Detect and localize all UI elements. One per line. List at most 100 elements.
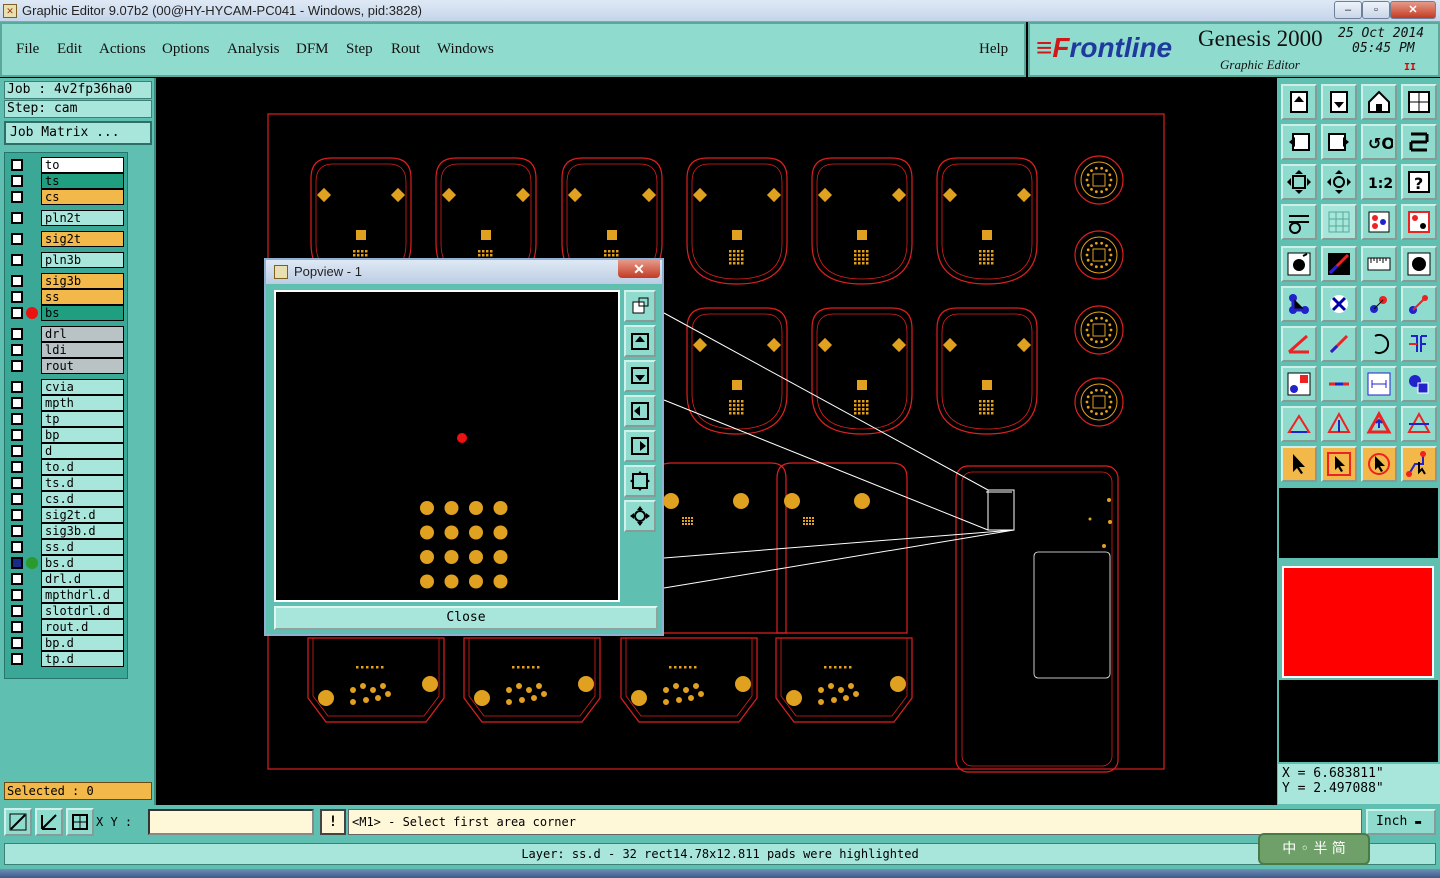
ime-indicator[interactable]: 中 ◦ 半 简 bbox=[1258, 833, 1370, 865]
layer-checkbox[interactable] bbox=[11, 589, 23, 601]
popview-zoom-window-icon[interactable] bbox=[624, 290, 656, 322]
mirror-icon[interactable] bbox=[1401, 326, 1437, 362]
popview-canvas[interactable] bbox=[274, 290, 620, 602]
layer-name[interactable]: sig3b bbox=[41, 273, 124, 289]
help-icon[interactable]: ? bbox=[1401, 164, 1437, 200]
layer-row-sig2t[interactable]: sig2t bbox=[7, 231, 127, 247]
layer-name[interactable]: sig2t.d bbox=[41, 507, 124, 523]
xy-input[interactable] bbox=[148, 809, 314, 835]
zoom-in-icon[interactable] bbox=[1281, 124, 1317, 160]
prompt-alert-icon[interactable]: ! bbox=[320, 809, 346, 835]
measure-mode-icon[interactable] bbox=[35, 808, 63, 836]
layer-checkbox[interactable] bbox=[11, 461, 23, 473]
layer-row-to-d[interactable]: to.d bbox=[7, 459, 127, 475]
layer-name[interactable]: ldi bbox=[41, 342, 124, 358]
layer-checkbox[interactable] bbox=[11, 381, 23, 393]
layer-row-drl-d[interactable]: drl.d bbox=[7, 571, 127, 587]
layer-row-tp[interactable]: tp bbox=[7, 411, 127, 427]
layer-name[interactable]: ts bbox=[41, 173, 124, 189]
popview-titlebar[interactable]: Popview - 1 ✕ bbox=[266, 260, 662, 284]
layer-name[interactable]: bs.d bbox=[41, 555, 124, 571]
zoom-fit-icon[interactable] bbox=[1321, 164, 1357, 200]
layer-name[interactable]: cs.d bbox=[41, 491, 124, 507]
layer-checkbox[interactable] bbox=[11, 254, 23, 266]
layer-name[interactable]: slotdrl.d bbox=[41, 603, 124, 619]
layers-red-icon[interactable] bbox=[1361, 204, 1397, 240]
menu-rout[interactable]: Rout bbox=[391, 41, 420, 58]
popview-close-button[interactable]: Close bbox=[274, 606, 658, 630]
stretch-icon[interactable] bbox=[1281, 366, 1317, 402]
layer-row-mpthdrl-d[interactable]: mpthdrl.d bbox=[7, 587, 127, 603]
layer-row-rout-d[interactable]: rout.d bbox=[7, 619, 127, 635]
layer-checkbox[interactable] bbox=[11, 541, 23, 553]
layer-name[interactable]: tp.d bbox=[41, 651, 124, 667]
layer-row-bp[interactable]: bp bbox=[7, 427, 127, 443]
layer-checkbox[interactable] bbox=[11, 175, 23, 187]
layer-row-rout[interactable]: rout bbox=[7, 358, 127, 374]
triangle-up-icon[interactable] bbox=[1321, 406, 1357, 442]
menu-dfm[interactable]: DFM bbox=[296, 41, 329, 58]
layer-row-cs[interactable]: cs bbox=[7, 189, 127, 205]
layer-checkbox[interactable] bbox=[11, 328, 23, 340]
layer-row-sig3b-d[interactable]: sig3b.d bbox=[7, 523, 127, 539]
layer-checkbox[interactable] bbox=[11, 159, 23, 171]
popview-close-icon[interactable]: ✕ bbox=[618, 260, 660, 278]
select-circle-icon[interactable] bbox=[1361, 446, 1397, 482]
layer-name[interactable]: to bbox=[41, 157, 124, 173]
layer-name[interactable]: drl.d bbox=[41, 571, 124, 587]
layer-row-cvia[interactable]: cvia bbox=[7, 379, 127, 395]
menu-analysis[interactable]: Analysis bbox=[227, 41, 280, 58]
layer-row-drl[interactable]: drl bbox=[7, 326, 127, 342]
layer-checkbox[interactable] bbox=[11, 413, 23, 425]
layer-row-ldi[interactable]: ldi bbox=[7, 342, 127, 358]
layer-name[interactable]: mpthdrl.d bbox=[41, 587, 124, 603]
arc-icon[interactable] bbox=[1361, 326, 1397, 362]
fit-all-icon[interactable] bbox=[1281, 164, 1317, 200]
triangle-arrow-icon[interactable] bbox=[1361, 406, 1397, 442]
layer-checkbox[interactable] bbox=[11, 653, 23, 665]
popview-pan-right-icon[interactable] bbox=[624, 430, 656, 462]
layer-row-ss[interactable]: ss bbox=[7, 289, 127, 305]
ruler-icon[interactable] bbox=[1361, 246, 1397, 282]
popview-zoom-fit-icon[interactable] bbox=[624, 465, 656, 497]
layer-name[interactable]: rout.d bbox=[41, 619, 124, 635]
layers-alt-icon[interactable] bbox=[1401, 204, 1437, 240]
layer-checkbox[interactable] bbox=[11, 445, 23, 457]
layer-name[interactable]: to.d bbox=[41, 459, 124, 475]
maximize-button[interactable]: ▫ bbox=[1362, 1, 1390, 19]
layer-checkbox[interactable] bbox=[11, 275, 23, 287]
layer-checkbox[interactable] bbox=[11, 477, 23, 489]
add-line-icon[interactable] bbox=[1321, 246, 1357, 282]
layer-name[interactable]: pln3b bbox=[41, 252, 124, 268]
menu-help[interactable]: Help bbox=[979, 41, 1008, 58]
color-swatch-red[interactable] bbox=[1282, 566, 1434, 678]
shapes-icon[interactable] bbox=[1401, 366, 1437, 402]
layer-name[interactable]: drl bbox=[41, 326, 124, 342]
close-window-button[interactable]: ✕ bbox=[1390, 1, 1436, 19]
layer-checkbox[interactable] bbox=[11, 621, 23, 633]
menu-options[interactable]: Options bbox=[162, 41, 210, 58]
layer-row-to[interactable]: to bbox=[7, 157, 127, 173]
triangle-span-icon[interactable] bbox=[1401, 406, 1437, 442]
menu-actions[interactable]: Actions bbox=[99, 41, 146, 58]
snap-tool-icon[interactable] bbox=[1281, 204, 1317, 240]
layer-checkbox[interactable] bbox=[11, 493, 23, 505]
layer-name[interactable]: d bbox=[41, 443, 124, 459]
home-icon[interactable] bbox=[1361, 84, 1397, 120]
move-pad-icon[interactable] bbox=[1361, 286, 1397, 322]
layer-name[interactable]: cvia bbox=[41, 379, 124, 395]
layer-checkbox[interactable] bbox=[11, 307, 23, 319]
redo-icon[interactable] bbox=[1401, 124, 1437, 160]
minimize-button[interactable]: – bbox=[1334, 1, 1362, 19]
grid-icon[interactable] bbox=[1321, 204, 1357, 240]
angle-icon[interactable] bbox=[1281, 326, 1317, 362]
diagonal-icon[interactable] bbox=[1321, 326, 1357, 362]
layer-row-pln3b[interactable]: pln3b bbox=[7, 252, 127, 268]
layer-checkbox[interactable] bbox=[11, 291, 23, 303]
layer-name[interactable]: ts.d bbox=[41, 475, 124, 491]
layer-name[interactable]: bp bbox=[41, 427, 124, 443]
layer-row-cs-d[interactable]: cs.d bbox=[7, 491, 127, 507]
layer-name[interactable]: bs bbox=[41, 305, 124, 321]
zoom-out-icon[interactable] bbox=[1321, 124, 1357, 160]
undo-icon[interactable]: ↺O bbox=[1361, 124, 1397, 160]
